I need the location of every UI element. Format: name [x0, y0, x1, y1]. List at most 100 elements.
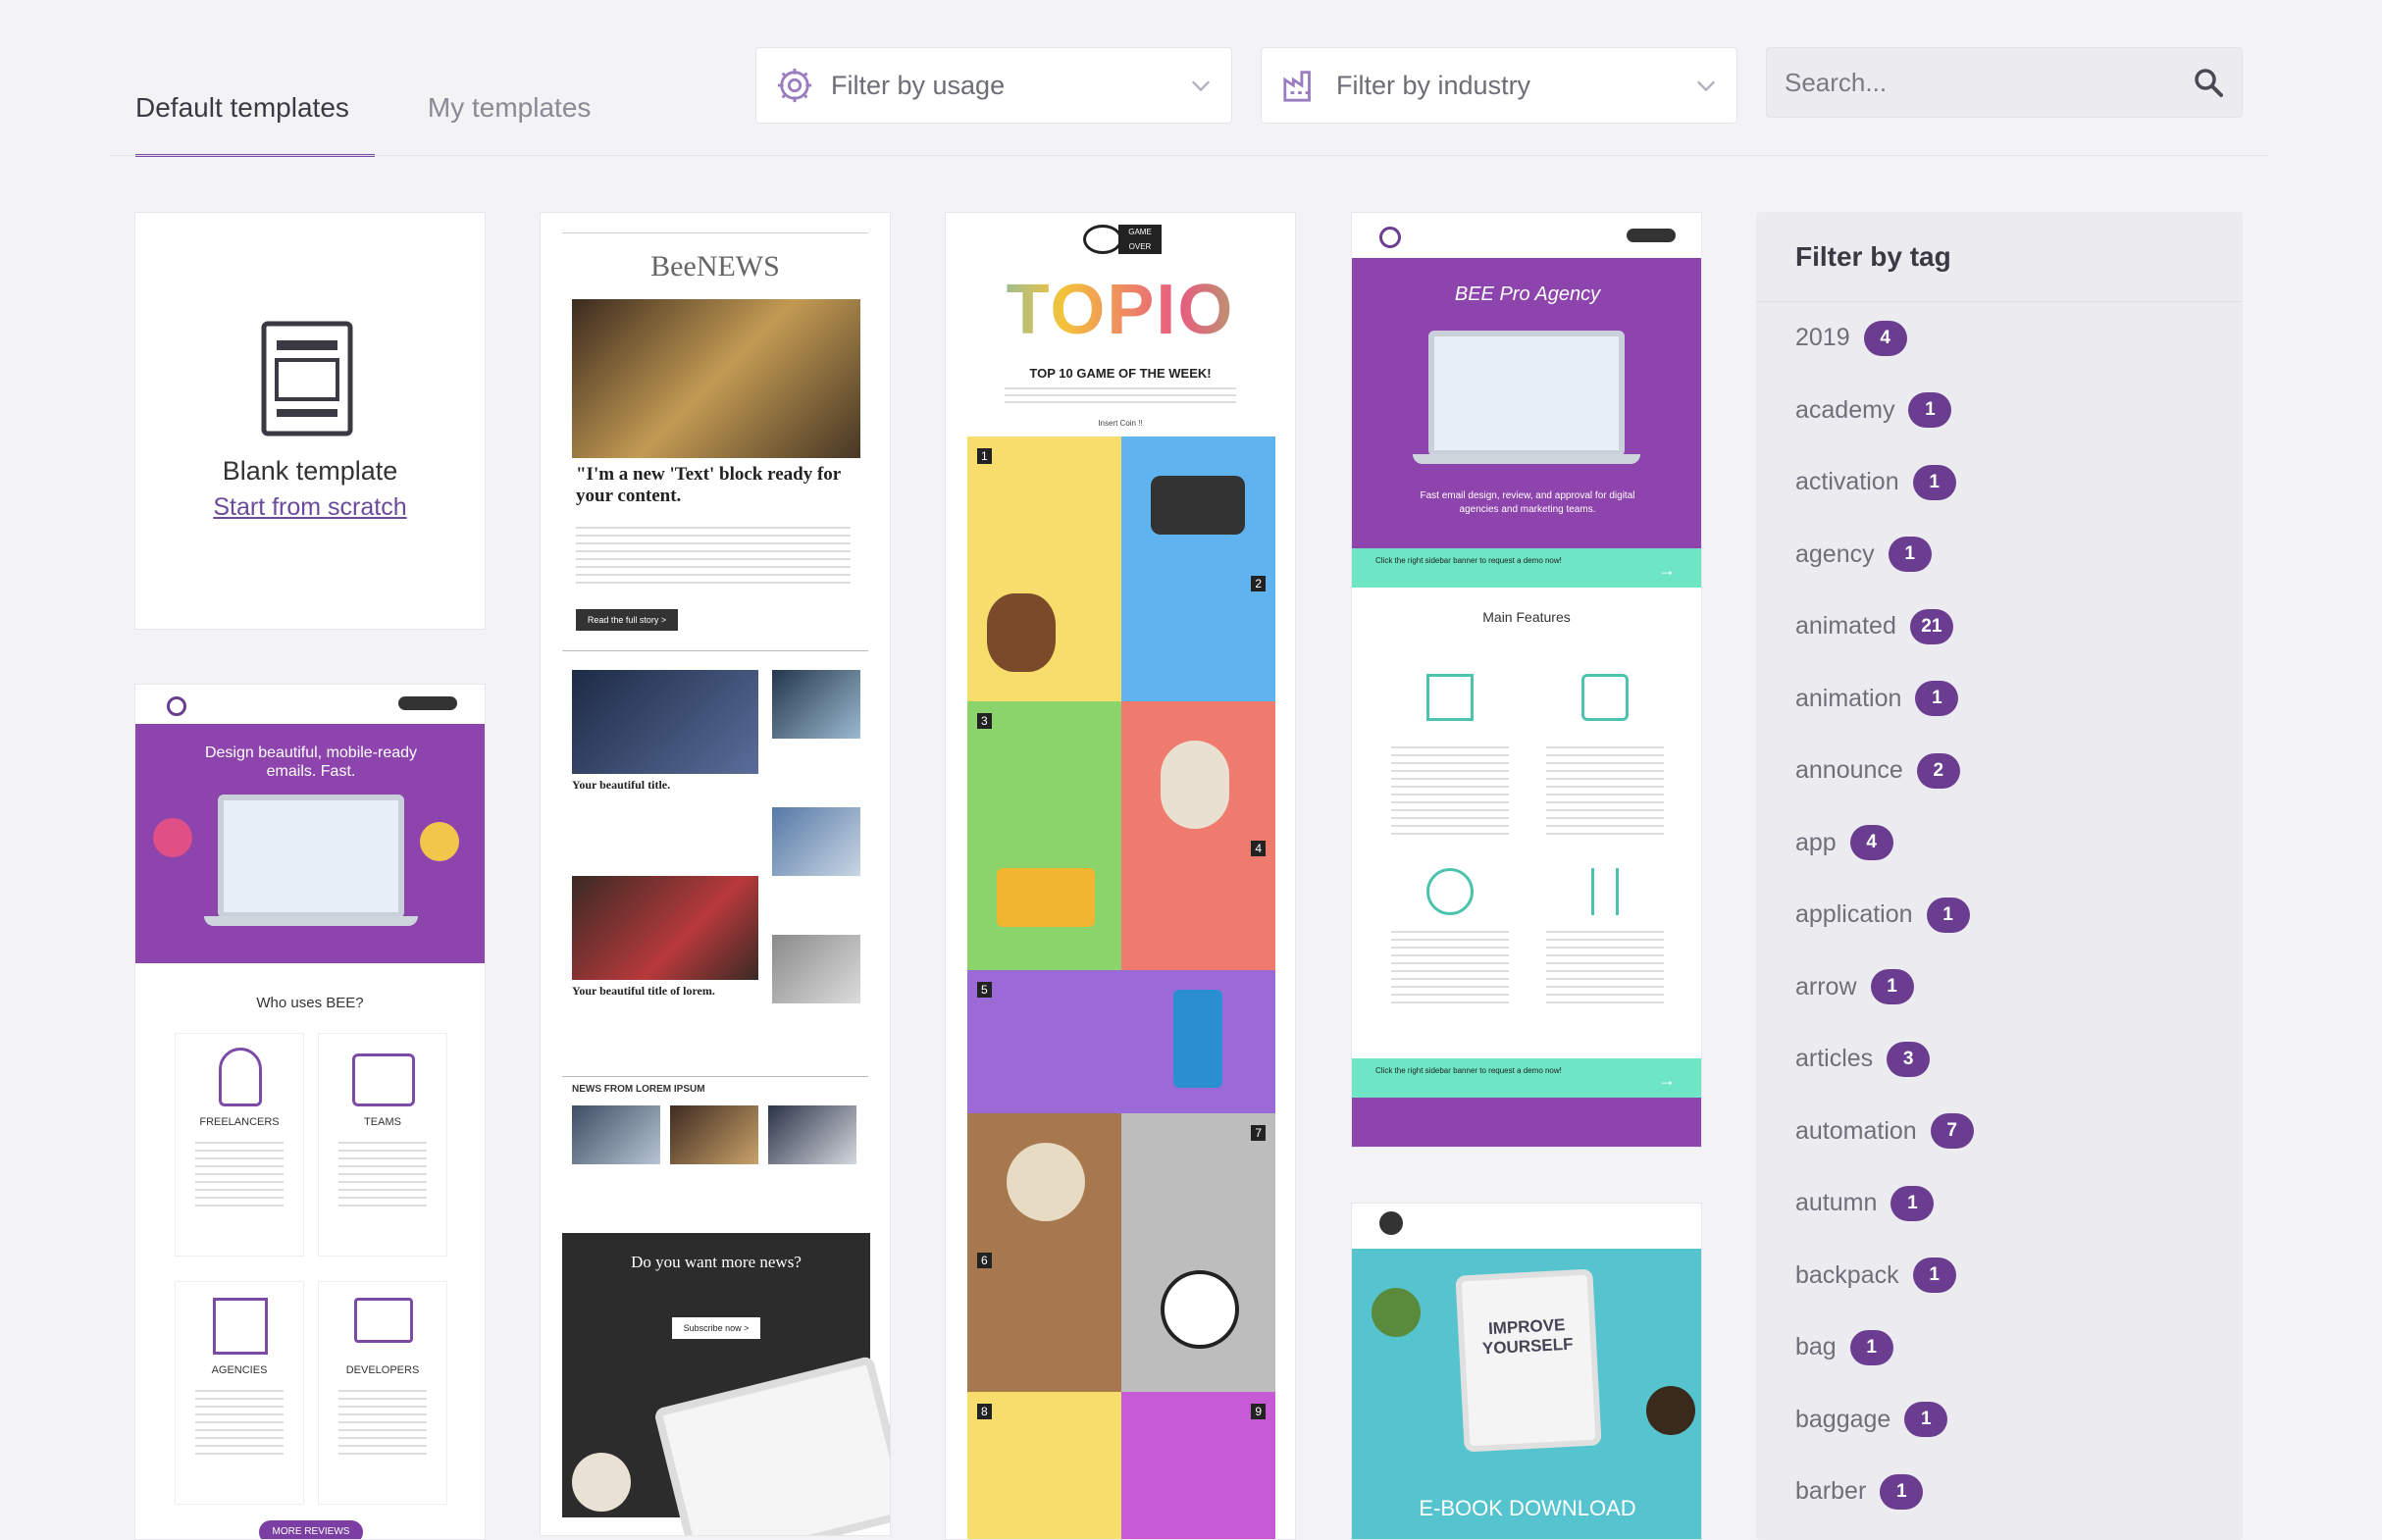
- rank-label: 2: [1251, 576, 1266, 591]
- skull-illustration: [1007, 1143, 1085, 1221]
- promo-title: Do you want more news?: [631, 1253, 802, 1271]
- more-reviews-button: MORE REVIEWS: [259, 1520, 363, 1539]
- tab-default-templates[interactable]: Default templates: [110, 86, 375, 157]
- tag-count-badge: 1: [1870, 969, 1914, 1005]
- game-tile: 5: [967, 970, 1275, 1113]
- tag-item[interactable]: agency 1: [1795, 519, 2243, 591]
- phone-illustration: [1173, 990, 1222, 1088]
- rank-label: 3: [977, 713, 992, 729]
- blank-template-card[interactable]: Blank template Start from scratch: [134, 212, 486, 630]
- tag-name: barber: [1795, 1477, 1867, 1506]
- game-tile: 6: [967, 1113, 1121, 1392]
- email-header: [1352, 213, 1701, 258]
- search-icon[interactable]: [2193, 67, 2224, 98]
- thumb-photo: [772, 935, 860, 1003]
- role-label: AGENCIES: [211, 1364, 268, 1376]
- tag-item[interactable]: activation 1: [1795, 446, 2243, 519]
- game-tile: 8: [967, 1392, 1121, 1539]
- filter-industry-dropdown[interactable]: Filter by industry: [1261, 47, 1737, 124]
- tag-count-badge: 1: [1926, 897, 1970, 933]
- body-text: [576, 527, 851, 586]
- filter-usage-dropdown[interactable]: Filter by usage: [755, 47, 1232, 124]
- hero-band: Design beautiful, mobile-ready emails. F…: [135, 724, 485, 963]
- bee-logo-icon: [1379, 227, 1401, 248]
- tag-item[interactable]: animated 21: [1795, 590, 2243, 663]
- feature-text: [1546, 746, 1664, 835]
- agency-title: BEE Pro Agency: [1454, 283, 1601, 305]
- tag-item[interactable]: animation 1: [1795, 663, 2243, 736]
- rank-label: 5: [977, 982, 992, 998]
- feature-box: [1381, 674, 1519, 841]
- role-box: TEAMS: [318, 1033, 447, 1257]
- tag-count-badge: 1: [1849, 1329, 1893, 1365]
- tag-item[interactable]: barber 1: [1795, 1456, 2243, 1528]
- template-search: [1766, 47, 2243, 118]
- role-text: [195, 1142, 284, 1210]
- feature-text: [1546, 931, 1664, 1009]
- role-text: [195, 1390, 284, 1459]
- divider: [562, 650, 868, 651]
- tag-item[interactable]: automation 7: [1795, 1096, 2243, 1168]
- rank-label: 1: [977, 448, 992, 464]
- tag-item[interactable]: bag 1: [1795, 1311, 2243, 1384]
- role-box: AGENCIES: [175, 1281, 304, 1505]
- social-icons: [398, 696, 457, 710]
- tag-item[interactable]: arrow 1: [1795, 951, 2243, 1024]
- tag-count-badge: 1: [1912, 1258, 1956, 1294]
- tab-my-templates[interactable]: My templates: [402, 86, 617, 157]
- tag-name: baggage: [1795, 1405, 1891, 1433]
- template-card-bee-pro[interactable]: Design beautiful, mobile-ready emails. F…: [134, 684, 486, 1540]
- news-heading: NEWS FROM LOREM IPSUM: [572, 1084, 705, 1095]
- tag-item[interactable]: academy 1: [1795, 375, 2243, 447]
- template-card-beenews[interactable]: BeeNEWS "I'm a new 'Text' block ready fo…: [540, 212, 891, 1536]
- search-input[interactable]: [1785, 67, 2193, 98]
- usage-gear-icon: [777, 68, 812, 103]
- role-text: [338, 1142, 427, 1210]
- promo-block: Do you want more news? Subscribe now >: [562, 1233, 890, 1535]
- tag-item[interactable]: autumn 1: [1795, 1167, 2243, 1240]
- masthead: BeeNEWS: [650, 250, 780, 282]
- topio-logo: TOPIO: [946, 270, 1295, 350]
- tag-name: bag: [1795, 1333, 1837, 1361]
- tag-item[interactable]: application 1: [1795, 879, 2243, 951]
- tag-item[interactable]: backpack 1: [1795, 1240, 2243, 1312]
- hero-headline: Design beautiful, mobile-ready emails. F…: [204, 744, 418, 780]
- soccer-ball: [1161, 1270, 1239, 1349]
- headline: "I'm a new 'Text' block ready for your c…: [576, 464, 841, 506]
- template-card-agency[interactable]: BEE Pro Agency Fast email design, review…: [1351, 212, 1702, 1148]
- tag-name: academy: [1795, 395, 1895, 424]
- template-card-ebook[interactable]: IMPROVE YOURSELF E-BOOK DOWNLOAD: [1351, 1203, 1702, 1540]
- hero-band: BEE Pro Agency Fast email design, review…: [1352, 258, 1701, 548]
- game-over-badge: GAME OVER: [1118, 225, 1162, 254]
- tag-count-badge: 21: [1909, 608, 1953, 644]
- tag-name: app: [1795, 828, 1837, 856]
- tag-count-badge: 1: [1904, 1402, 1948, 1438]
- banner-text: Click the right sidebar banner to reques…: [1375, 556, 1562, 565]
- laptop-illustration: [1428, 331, 1625, 456]
- blank-template-title: Blank template: [222, 456, 398, 486]
- tag-item[interactable]: 2019 4: [1795, 302, 2243, 375]
- tag-item[interactable]: articles 3: [1795, 1023, 2243, 1096]
- tag-item[interactable]: baggage 1: [1795, 1384, 2243, 1457]
- divider: [562, 1076, 868, 1077]
- insert-coin: Insert Coin !!: [1098, 419, 1143, 428]
- tag-item[interactable]: announce 2: [1795, 735, 2243, 807]
- feature-icon: [1426, 674, 1474, 721]
- footer-band: [1352, 1098, 1701, 1147]
- news-photo: [768, 1105, 856, 1164]
- teams-icon: [352, 1053, 415, 1106]
- story-photo: [572, 670, 758, 774]
- start-from-scratch-link[interactable]: Start from scratch: [135, 493, 485, 522]
- role-label: TEAMS: [364, 1116, 401, 1128]
- character-illustration: [987, 593, 1056, 672]
- story-title: Your beautiful title.: [572, 778, 671, 792]
- laptop-base: [1413, 454, 1640, 464]
- bee-logo-icon: [167, 696, 186, 716]
- tag-name: activation: [1795, 468, 1899, 496]
- tag-name: articles: [1795, 1045, 1874, 1073]
- template-card-topio[interactable]: GAME OVER TOPIO TOP 10 GAME OF THE WEEK!…: [945, 212, 1296, 1540]
- tag-item[interactable]: app 4: [1795, 807, 2243, 880]
- ebook-title: E-BOOK DOWNLOAD: [1419, 1496, 1636, 1520]
- developers-icon: [354, 1298, 413, 1343]
- role-box: FREELANCERS: [175, 1033, 304, 1257]
